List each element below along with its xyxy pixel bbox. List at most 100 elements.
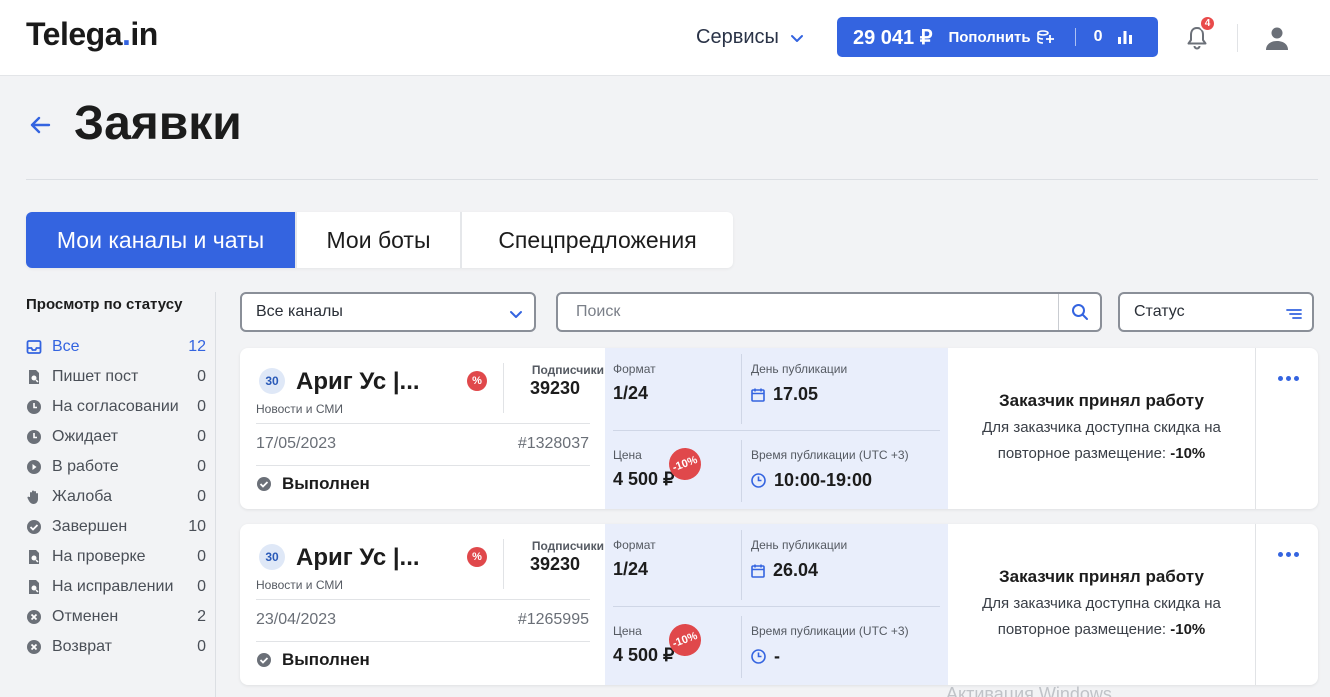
tab-my-bots[interactable]: Мои боты [297,212,462,268]
pub-time-label: Время публикации (UTC +3) [751,448,909,462]
status-label: Отменен [52,608,119,625]
user-icon[interactable] [1264,25,1290,51]
status-item-completed[interactable]: Завершен 10 [26,512,206,542]
balance-panel[interactable]: 29 041 ₽ Пополнить 0 [837,17,1158,57]
status-label: На исправлении [52,578,174,595]
order-date: 17/05/2023 [256,435,337,452]
channel-category: Новости и СМИ [256,578,343,592]
status-label: Возврат [52,638,112,655]
order-result: Заказчик принял работу Для заказчика дос… [948,348,1256,509]
doc-search-icon [26,369,42,385]
price-value: 4 500 ₽ [613,469,675,489]
subscribers-count: 39230 [529,554,580,574]
format-value: 1/24 [613,559,649,579]
channel-logo[interactable]: 30 [258,543,286,571]
clock-icon [751,649,766,664]
x-circle-icon [26,639,42,655]
pub-day-value: 17.05 [751,384,818,405]
svg-text:30: 30 [265,550,279,564]
stats-counter: 0 [1093,28,1103,45]
logo[interactable]: Telega.in [26,16,158,53]
channel-name[interactable]: Ариг Ус |... [296,368,420,396]
status-label: Ожидает [52,428,119,445]
card-divider [256,423,590,424]
details-divider [741,530,742,600]
status-label: Пишет пост [52,368,139,385]
status-label: В работе [52,458,119,475]
status-item-refund[interactable]: Возврат 0 [26,632,206,662]
percent-badge-icon: % [467,371,487,391]
details-divider [613,606,940,607]
page-title: Заявки [74,97,242,150]
status-item-in-progress[interactable]: В работе 0 [26,452,206,482]
bar-chart-icon[interactable] [1117,29,1133,45]
header-divider [1237,24,1238,52]
status-item-on-correction[interactable]: На исправлении 0 [26,572,206,602]
status-item-writing-post[interactable]: Пишет пост 0 [26,362,206,392]
status-item-cancelled[interactable]: Отменен 2 [26,602,206,632]
result-text: Для заказчика доступна скидка на повторн… [982,418,1221,462]
status-label: На согласовании [52,398,179,415]
format-label: Формат [613,538,656,552]
search-box [556,292,1102,332]
pub-day-label: День публикации [751,362,848,376]
card-divider [256,599,590,600]
status-label: Завершен [52,518,128,535]
channels-select[interactable]: Все каналы [240,292,536,332]
check-circle-icon [257,653,271,667]
more-options-icon[interactable] [1270,368,1306,388]
search-input[interactable] [576,303,1056,321]
status-item-on-approval[interactable]: На согласовании 0 [26,392,206,422]
status-item-complaint[interactable]: Жалоба 0 [26,482,206,512]
search-button[interactable] [1058,294,1100,330]
status-item-waiting[interactable]: Ожидает 0 [26,422,206,452]
details-divider [741,354,742,424]
status-count: 0 [197,548,206,565]
doc-search-icon [26,579,42,595]
topup-button[interactable]: Пополнить [948,29,1056,46]
pub-time-value: 10:00-19:00 [751,470,872,491]
details-divider [613,430,940,431]
subscribers-count: 39230 [529,378,580,398]
status-select-value: Статус [1134,303,1185,320]
card-divider [256,465,590,466]
x-circle-icon [26,609,42,625]
order-id[interactable]: #1265995 [440,611,589,629]
check-circle-icon [26,519,42,535]
result-text: Для заказчика доступна скидка на повторн… [982,594,1221,638]
channel-logo[interactable]: 30 [258,367,286,395]
order-details: Формат 1/24 День публикации 17.05 Цена 4… [605,348,948,509]
status-count: 0 [197,638,206,655]
calendar-icon [751,388,765,402]
tab-special-offers[interactable]: Спецпредложения [462,212,733,268]
status-count: 12 [188,338,206,355]
tab-my-channels[interactable]: Мои каналы и чаты [26,212,297,268]
status-count: 2 [197,608,206,625]
more-options-icon[interactable] [1270,544,1306,564]
services-label: Сервисы [696,26,779,48]
subscribers-label: Подписчики [531,539,604,553]
channel-name[interactable]: Ариг Ус |... [296,544,420,572]
order-card: 30 Ариг Ус |... Новости и СМИ % Подписчи… [240,348,1318,509]
back-arrow-icon[interactable] [28,113,52,137]
status-count: 0 [197,428,206,445]
status-count: 0 [197,398,206,415]
coins-plus-icon [1036,30,1054,44]
format-label: Формат [613,362,656,376]
status-count: 0 [197,578,206,595]
subscribers-label: Подписчики [531,363,604,377]
balance-divider [1074,28,1076,46]
services-menu[interactable]: Сервисы [696,26,805,49]
order-card: 30 Ариг Ус |... Новости и СМИ % Подписчи… [240,524,1318,685]
notification-badge: 4 [1199,15,1216,32]
pub-time-label: Время публикации (UTC +3) [751,624,909,638]
channel-category: Новости и СМИ [256,402,343,416]
status-item-on-review[interactable]: На проверке 0 [26,542,206,572]
status-item-all[interactable]: Все 12 [26,332,206,362]
tab-bar: Мои каналы и чаты Мои боты Спецпредложен… [26,212,733,268]
price-label: Цена [613,624,642,638]
details-divider [741,440,742,502]
status-select[interactable]: Статус [1118,292,1314,332]
percent-badge-icon: % [467,547,487,567]
order-id[interactable]: #1328037 [440,435,589,453]
